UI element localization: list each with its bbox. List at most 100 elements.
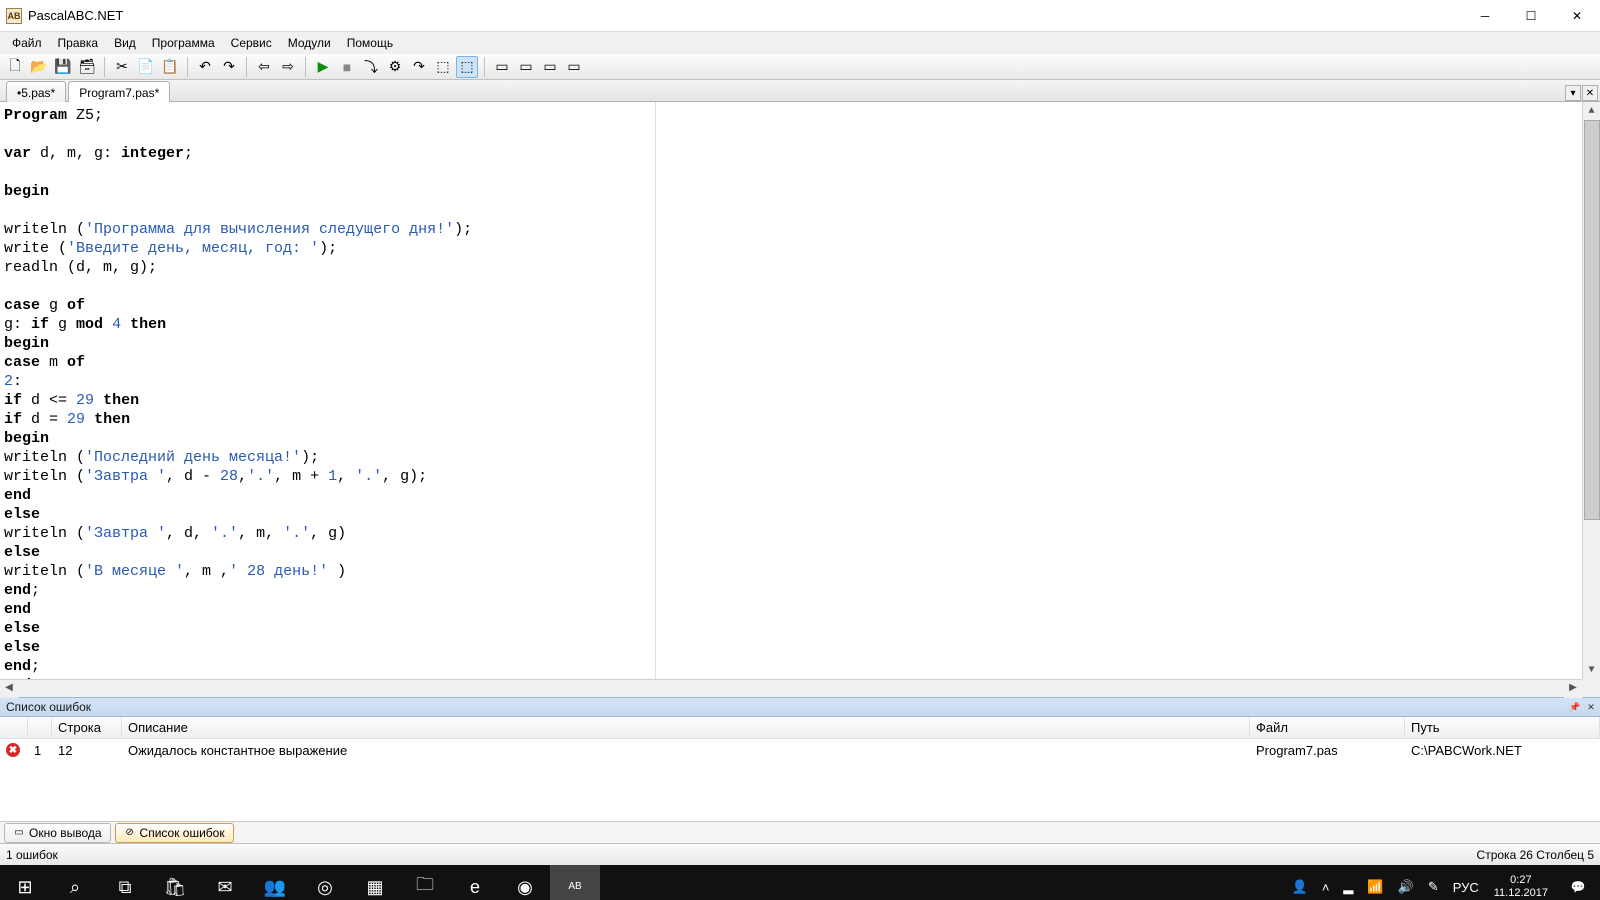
scroll-thumb[interactable]: [1584, 120, 1600, 520]
menu-вид[interactable]: Вид: [106, 34, 144, 52]
tray-volume-icon[interactable]: 🔊: [1391, 865, 1421, 900]
code-editor[interactable]: Program Z5; var d, m, g: integer; begin …: [0, 102, 1600, 697]
col-index[interactable]: [28, 717, 52, 738]
col-line[interactable]: Строка: [52, 717, 122, 738]
toolbar-nav-back-button[interactable]: ⇦: [253, 56, 275, 78]
bottom-tab-strip: ▭ Окно вывода ⊘Список ошибок: [0, 821, 1600, 843]
toolbar-stop-button[interactable]: ■: [336, 56, 358, 78]
tray-notifications-icon[interactable]: 💬: [1556, 865, 1600, 900]
title-bar: AB PascalABC.NET ─ ☐ ✕: [0, 0, 1600, 32]
panel-close-button[interactable]: ✕: [1584, 700, 1598, 714]
tray-pen-icon[interactable]: ✎: [1421, 865, 1446, 900]
taskbar-app-calculator[interactable]: ▦: [350, 865, 400, 900]
editor-content[interactable]: Program Z5; var d, m, g: integer; begin …: [4, 106, 1582, 679]
toolbar-separator: [104, 57, 105, 77]
close-button[interactable]: ✕: [1554, 0, 1600, 32]
system-tray: 👤 ˄ ▂ 📶 🔊 ✎ РУС 0:27 11.12.2017 💬: [1285, 865, 1600, 900]
tray-wifi-icon[interactable]: 📶: [1360, 865, 1390, 900]
editor-horizontal-scrollbar[interactable]: ◀ ▶: [0, 679, 1582, 697]
col-file[interactable]: Файл: [1250, 717, 1405, 738]
tray-time: 0:27: [1510, 874, 1531, 887]
editor-tab[interactable]: Program7.pas*: [68, 81, 170, 102]
error-table: Строка Описание Файл Путь ✖112Ожидалось …: [0, 717, 1600, 821]
bottom-tab[interactable]: ▭ Окно вывода: [4, 823, 111, 843]
bottom-tab-label: Окно вывода: [29, 826, 102, 840]
bottom-tab[interactable]: ⊘Список ошибок: [115, 823, 234, 843]
toolbar-run-button[interactable]: ▶: [312, 56, 334, 78]
taskbar-app-mail[interactable]: ✉: [200, 865, 250, 900]
tab-dropdown-button[interactable]: ▾: [1565, 85, 1581, 101]
maximize-button[interactable]: ☐: [1508, 0, 1554, 32]
tab-close-button[interactable]: ✕: [1582, 85, 1598, 101]
toolbar-trace-into-button[interactable]: ⬚: [456, 56, 478, 78]
tray-battery-icon[interactable]: ▂: [1336, 865, 1360, 900]
menu-модули[interactable]: Модули: [280, 34, 339, 52]
output-window-icon: ▭: [13, 827, 25, 839]
toolbar-compile-button[interactable]: ⚙: [384, 56, 406, 78]
taskbar-app-people[interactable]: 👥: [250, 865, 300, 900]
app-title: PascalABC.NET: [28, 8, 123, 23]
menu-файл[interactable]: Файл: [4, 34, 50, 52]
toolbar-open-button[interactable]: 📂: [28, 56, 50, 78]
toolbar-separator: [246, 57, 247, 77]
toolbar-props-button[interactable]: ▭: [539, 56, 561, 78]
scroll-down-arrow[interactable]: ▼: [1583, 661, 1600, 679]
editor-vertical-scrollbar[interactable]: ▲ ▼: [1582, 102, 1600, 679]
menu-помощь[interactable]: Помощь: [339, 34, 401, 52]
toolbar-new-button[interactable]: 🗋: [4, 56, 26, 78]
toolbar-res-button[interactable]: ▭: [563, 56, 585, 78]
windows-taskbar: ⊞ ⌕ ⧉ 🛍 ✉ 👥 ◎ ▦ 🗀 e ◉ AB 👤 ˄ ▂ 📶 🔊 ✎ РУС…: [0, 865, 1600, 900]
menu-сервис[interactable]: Сервис: [223, 34, 280, 52]
toolbar-separator: [187, 57, 188, 77]
error-table-header: Строка Описание Файл Путь: [0, 717, 1600, 739]
panel-pin-button[interactable]: 📌: [1568, 700, 1582, 714]
taskbar-app-chrome[interactable]: ◉: [500, 865, 550, 900]
tray-language[interactable]: РУС: [1446, 865, 1486, 900]
tray-expand-icon[interactable]: ˄: [1315, 865, 1337, 900]
scroll-up-arrow[interactable]: ▲: [1583, 102, 1600, 120]
toolbar-step-button[interactable]: ⤵: [360, 56, 382, 78]
tab-strip-controls: ▾ ✕: [1564, 85, 1600, 101]
col-description[interactable]: Описание: [122, 717, 1250, 738]
taskbar-app-store[interactable]: 🛍: [150, 865, 200, 900]
toolbar-save-all-button[interactable]: 🗃: [76, 56, 98, 78]
toolbar-step-over-button[interactable]: ↷: [408, 56, 430, 78]
start-button[interactable]: ⊞: [0, 865, 50, 900]
scroll-right-arrow[interactable]: ▶: [1564, 680, 1582, 698]
toolbar-trace-button[interactable]: ⬚: [432, 56, 454, 78]
minimize-button[interactable]: ─: [1462, 0, 1508, 32]
error-file: Program7.pas: [1250, 743, 1405, 758]
taskbar-app-groove[interactable]: ◎: [300, 865, 350, 900]
taskbar-app-pascalabc[interactable]: AB: [550, 865, 600, 900]
status-cursor-position: Строка 26 Столбец 5: [1477, 848, 1594, 862]
bottom-tab-label: Список ошибок: [140, 826, 225, 840]
col-path[interactable]: Путь: [1405, 717, 1600, 738]
toolbar-redo-button[interactable]: ↷: [218, 56, 240, 78]
scroll-left-arrow[interactable]: ◀: [0, 680, 18, 698]
toolbar-designer-button[interactable]: ▭: [515, 56, 537, 78]
toolbar-nav-fwd-button[interactable]: ⇨: [277, 56, 299, 78]
toolbar-separator: [305, 57, 306, 77]
toolbar-undo-button[interactable]: ↶: [194, 56, 216, 78]
search-button[interactable]: ⌕: [50, 865, 100, 900]
taskbar-app-explorer[interactable]: 🗀: [400, 865, 450, 900]
editor-tab-strip: •5.pas*Program7.pas* ▾ ✕: [0, 80, 1600, 102]
menu-правка[interactable]: Правка: [50, 34, 107, 52]
toolbar-cut-button[interactable]: ✂: [111, 56, 133, 78]
editor-tab[interactable]: •5.pas*: [6, 81, 66, 102]
tray-people-icon[interactable]: 👤: [1285, 865, 1315, 900]
status-bar: 1 ошибок Строка 26 Столбец 5: [0, 843, 1600, 865]
menu-программа[interactable]: Программа: [144, 34, 223, 52]
toolbar-copy-button[interactable]: 📄: [135, 56, 157, 78]
window-controls: ─ ☐ ✕: [1462, 0, 1600, 32]
task-view-button[interactable]: ⧉: [100, 865, 150, 900]
toolbar-save-button[interactable]: 💾: [52, 56, 74, 78]
toolbar: 🗋📂💾🗃✂📄📋↶↷⇦⇨▶■⤵⚙↷⬚⬚▭▭▭▭: [0, 54, 1600, 80]
taskbar-app-edge[interactable]: e: [450, 865, 500, 900]
toolbar-paste-button[interactable]: 📋: [159, 56, 181, 78]
error-path: C:\PABCWork.NET: [1405, 743, 1600, 758]
col-icon[interactable]: [0, 717, 28, 738]
toolbar-form-button[interactable]: ▭: [491, 56, 513, 78]
error-row[interactable]: ✖112Ожидалось константное выражениеProgr…: [0, 739, 1600, 761]
tray-clock[interactable]: 0:27 11.12.2017: [1486, 874, 1556, 900]
